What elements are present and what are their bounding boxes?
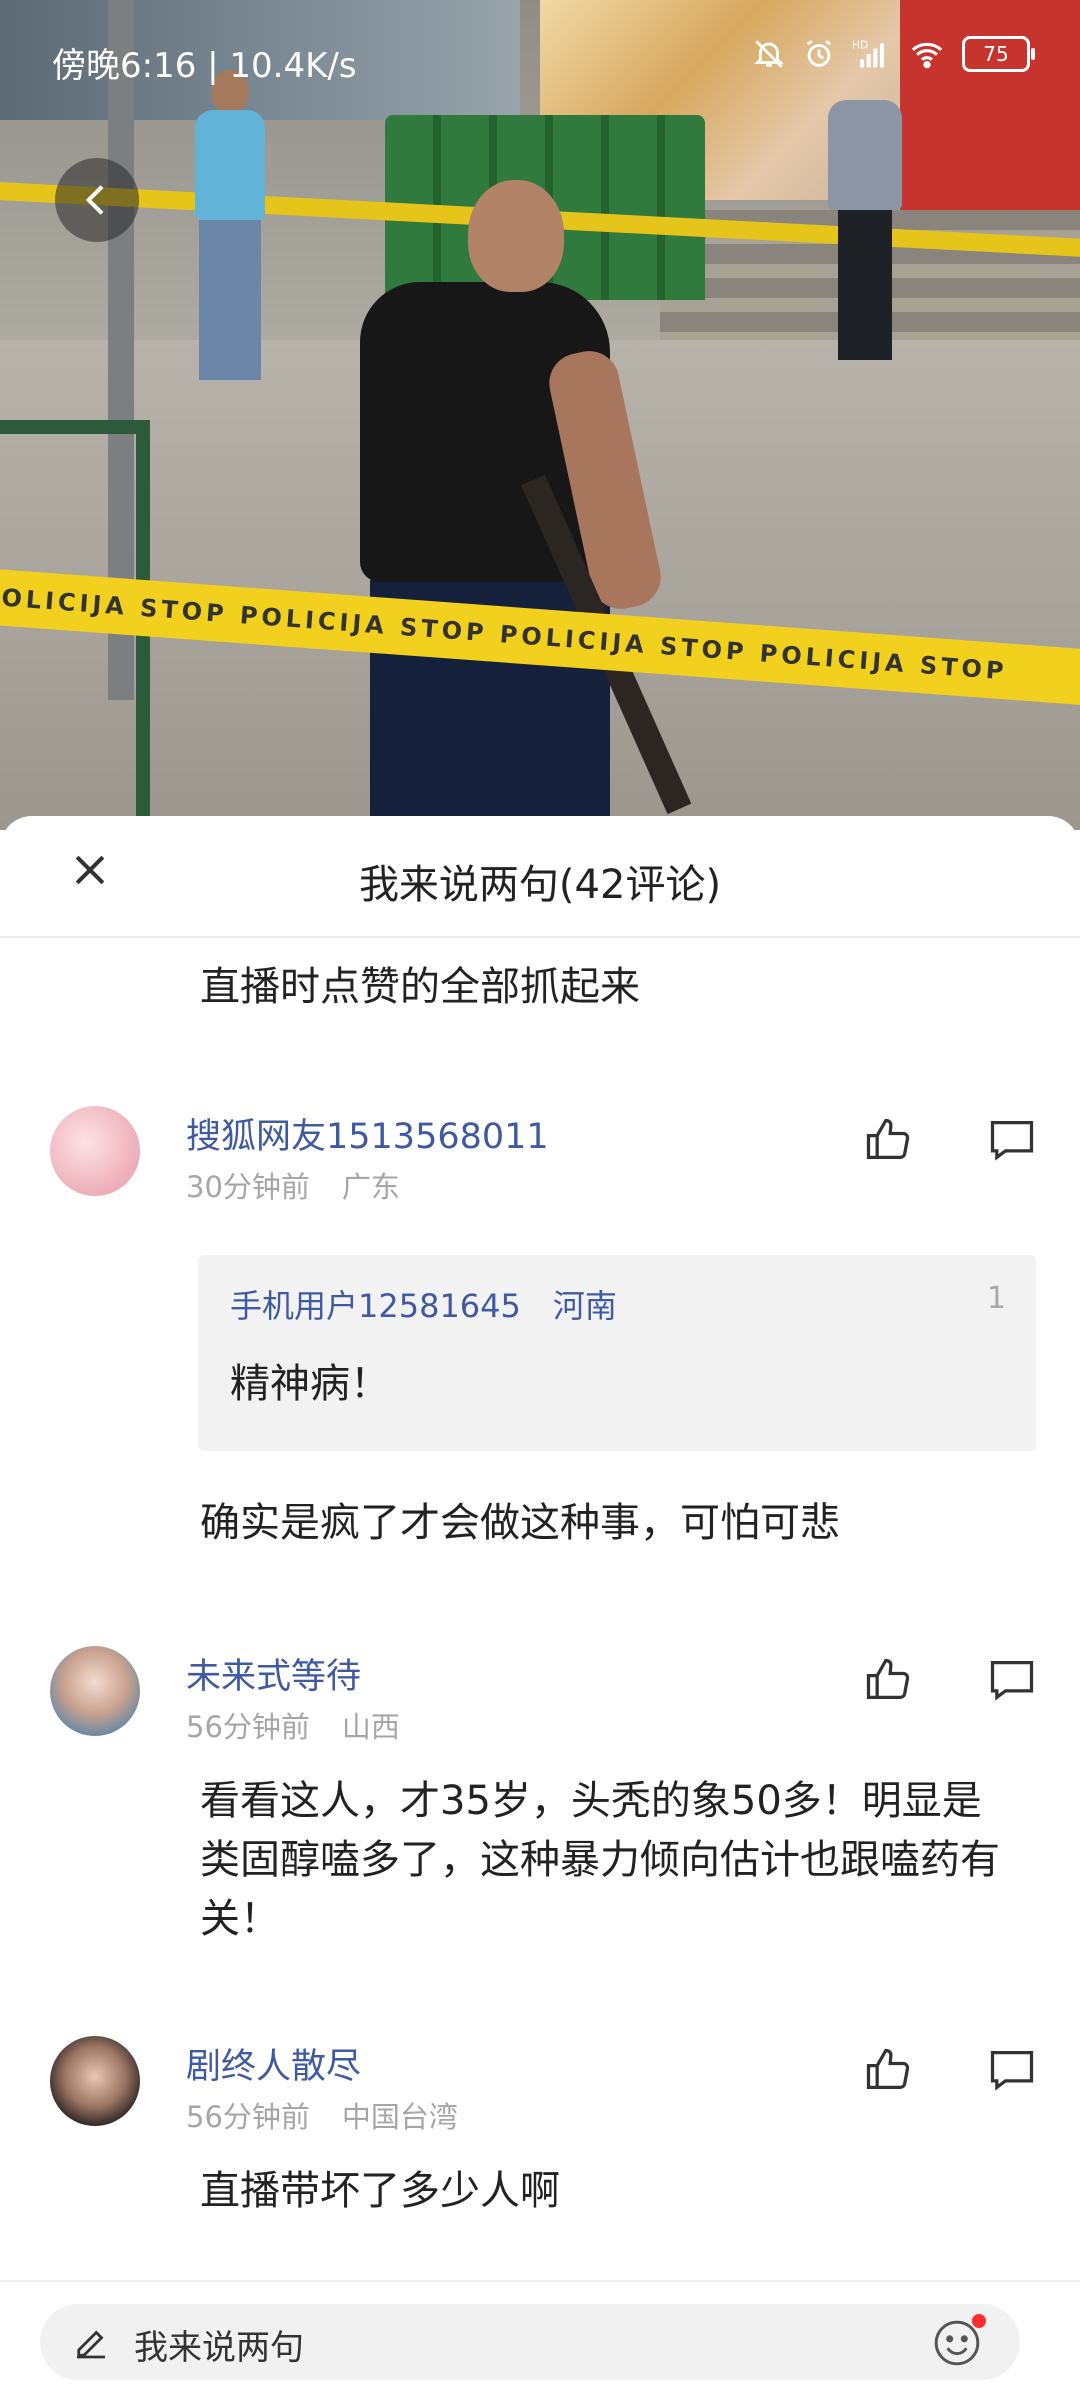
comment-text: 确实是疯了才会做这种事，可怕可悲 xyxy=(200,1500,840,1546)
input-placeholder: 我来说两句 xyxy=(134,2328,304,2368)
status-time-speed: 傍晚6:16 | 10.4K/s xyxy=(52,46,357,86)
thumbs-up-icon[interactable] xyxy=(862,2044,914,2096)
wifi-icon xyxy=(911,42,943,69)
svg-text:HD: HD xyxy=(852,39,868,52)
notification-dot xyxy=(972,2314,986,2328)
comment-text: 直播时点赞的全部抓起来 xyxy=(200,964,640,1010)
comment-input-bar: 我来说两句 xyxy=(0,2280,1080,2402)
comment-location: 广东 xyxy=(341,1170,400,1204)
reply-user: 手机用户12581645 河南 xyxy=(230,1281,617,1327)
comment-time: 30分钟前 xyxy=(186,1170,310,1204)
user-name[interactable]: 搜狐网友1513568011 xyxy=(186,1108,549,1159)
back-button[interactable] xyxy=(55,158,139,242)
hd-signal-icon: HD xyxy=(852,39,884,68)
thumbs-up-icon[interactable] xyxy=(862,1654,914,1706)
pencil-icon xyxy=(77,2330,105,2359)
battery-icon: 75 xyxy=(962,36,1035,72)
comment-location: 山西 xyxy=(341,1710,400,1744)
reply-text: 精神病！ xyxy=(230,1361,390,1407)
avatar[interactable] xyxy=(50,2036,140,2126)
comment-bubble-icon[interactable] xyxy=(986,2044,1038,2096)
comment-time: 56分钟前 xyxy=(186,2100,310,2134)
reply-floor-number: 1 xyxy=(986,1281,1006,1316)
avatar[interactable] xyxy=(50,1106,140,1196)
comment-input[interactable]: 我来说两句 xyxy=(40,2304,1020,2380)
comment-text: 直播带坏了多少人啊 xyxy=(200,2168,560,2214)
comment-meta: 30分钟前 广东 xyxy=(186,1164,400,1206)
comment-meta: 56分钟前 中国台湾 xyxy=(186,2094,458,2136)
reply-location: 河南 xyxy=(552,1287,617,1325)
sheet-title: 我来说两句(42评论) xyxy=(358,862,722,908)
comment-sheet: 我来说两句(42评论) 直播时点赞的全部抓起来 搜狐网友1513568011 3… xyxy=(0,816,1080,2400)
reply-box[interactable]: 手机用户12581645 河南 1 精神病！ xyxy=(198,1255,1036,1451)
sheet-header: 我来说两句(42评论) xyxy=(0,816,1080,938)
user-name[interactable]: 剧终人散尽 xyxy=(186,2038,361,2089)
news-photo[interactable]: POLICIJA STOP POLICIJA STOP POLICIJA STO… xyxy=(0,0,1080,830)
comment-meta: 56分钟前 山西 xyxy=(186,1704,400,1746)
thumbs-up-icon[interactable] xyxy=(862,1114,914,1166)
comment-bubble-icon[interactable] xyxy=(986,1654,1038,1706)
mute-bell-icon xyxy=(754,40,784,68)
reply-user-name[interactable]: 手机用户12581645 xyxy=(230,1287,521,1325)
alarm-icon xyxy=(806,40,832,67)
status-bar: 傍晚6:16 | 10.4K/s HD 75 xyxy=(0,0,1080,120)
comment-time: 56分钟前 xyxy=(186,1710,310,1744)
avatar[interactable] xyxy=(50,1646,140,1736)
photo-man-with-rifle xyxy=(350,180,692,830)
chevron-left-icon xyxy=(85,185,104,215)
comment-bubble-icon[interactable] xyxy=(986,1114,1038,1166)
comment-location: 中国台湾 xyxy=(341,2100,458,2134)
status-icons: HD 75 xyxy=(752,36,1035,72)
user-name[interactable]: 未来式等待 xyxy=(186,1648,361,1699)
comment-text: 看看这人，才35岁，头秃的象50多！明显是类固醇嗑多了，这种暴力倾向估计也跟嗑药… xyxy=(200,1778,1000,1942)
